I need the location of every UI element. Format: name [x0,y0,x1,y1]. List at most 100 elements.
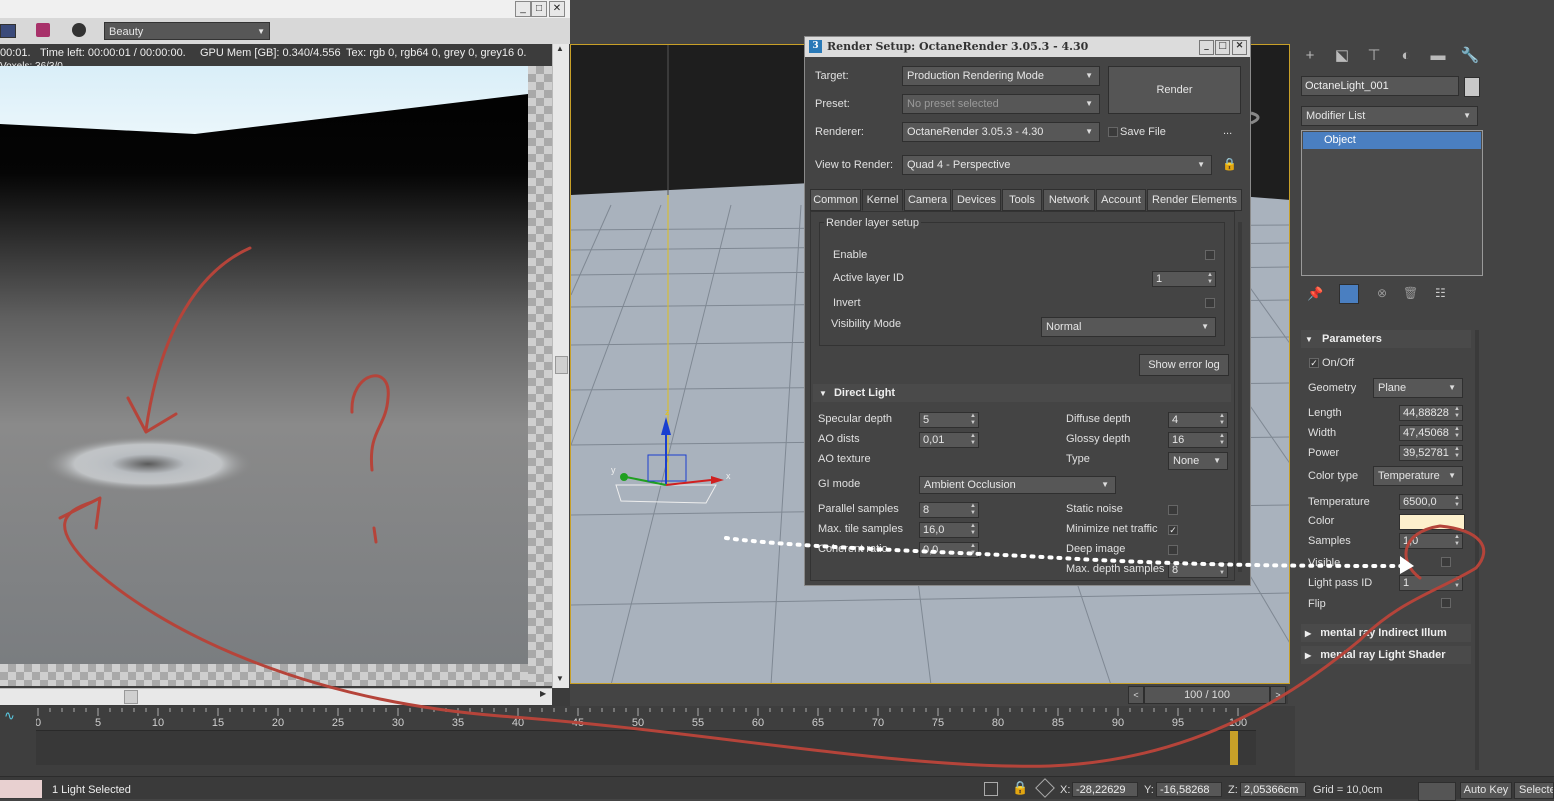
tab-account[interactable]: Account [1096,189,1146,211]
target-dropdown[interactable]: Production Rendering Mode ▼ [902,66,1100,86]
minimize-net-traffic-checkbox[interactable]: ✓ [1168,525,1178,535]
tab-kernel[interactable]: Kernel [862,189,903,211]
minimize-icon[interactable]: _ [515,1,531,17]
time-cursor[interactable] [1230,731,1238,765]
utilities-icon[interactable]: 🔧 [1459,46,1481,66]
isolate-icon[interactable] [984,782,998,796]
timeline-ruler[interactable]: 0 5 10 15 20 25 30 35 40 45 50 55 60 65 70 75 80 85 90 95 10… [36,706,1256,730]
maxscript-listener[interactable] [0,780,42,798]
object-name-field[interactable]: OctaneLight_001 [1301,76,1459,96]
coherent-ratio-spinner[interactable]: 0,0 ▲ ▼ [919,542,979,558]
tab-camera[interactable]: Camera [904,189,951,211]
spinner-arrows-icon[interactable]: ▲ ▼ [970,523,976,537]
scroll-down-icon[interactable]: ▼ [556,674,564,683]
close-icon[interactable]: ✕ [549,1,565,17]
minimize-icon[interactable]: _ [1199,40,1214,55]
lock-view-icon[interactable]: 🔒 [1222,157,1237,171]
pin-stack-icon[interactable]: 📌 [1307,286,1323,302]
specular-depth-spinner[interactable]: 5 ▲ ▼ [919,412,979,428]
spinner-arrows-icon[interactable]: ▲ ▼ [970,433,976,447]
glossy-depth-spinner[interactable]: 16 ▲ ▼ [1168,432,1228,448]
camera-icon[interactable] [72,23,86,37]
parameters-rollout-header[interactable]: ▼ Parameters [1301,330,1471,348]
static-noise-checkbox[interactable] [1168,505,1178,515]
type-dropdown[interactable]: None ▼ [1168,452,1228,470]
maximize-icon[interactable]: □ [531,1,547,17]
color-type-dropdown[interactable]: Temperature ▼ [1373,466,1463,486]
samples-spinner[interactable]: 1,0 ▲ ▼ [1399,533,1463,549]
spinner-arrows-icon[interactable]: ▲ ▼ [1454,495,1460,509]
visibility-mode-dropdown[interactable]: Normal ▼ [1041,317,1216,337]
set-key-button[interactable] [1418,782,1456,801]
configure-modifier-sets-icon[interactable]: ☷ [1435,286,1446,300]
render-button[interactable]: Render [1108,66,1241,114]
time-slider[interactable]: < 100 / 100 > [1128,686,1288,704]
close-icon[interactable]: ✕ [1232,40,1247,55]
flip-checkbox[interactable] [1441,598,1451,608]
spinner-arrows-icon[interactable]: ▲ ▼ [1207,272,1213,286]
scroll-up-icon[interactable]: ▲ [556,44,564,53]
light-shader-rollout[interactable]: ▶ mental ray Light Shader [1301,646,1471,664]
power-spinner[interactable]: 39,52781 ▲ ▼ [1399,445,1463,461]
tab-tools[interactable]: Tools [1002,189,1042,211]
horizontal-scrollbar[interactable]: ▶ [0,688,552,705]
renderer-dropdown[interactable]: OctaneRender 3.05.3 - 4.30 ▼ [902,122,1100,142]
spinner-arrows-icon[interactable]: ▲ ▼ [1454,534,1460,548]
spinner-arrows-icon[interactable]: ▲ ▼ [1219,563,1225,577]
transform-mode-icon[interactable] [1035,778,1055,798]
y-coordinate-field[interactable]: -16,58268 [1156,782,1222,797]
scroll-right-icon[interactable]: ▶ [540,689,546,698]
spinner-arrows-icon[interactable]: ▲ ▼ [970,543,976,557]
max-depth-samples-spinner[interactable]: 8 ▲ ▼ [1168,562,1228,578]
deep-image-checkbox[interactable] [1168,545,1178,555]
display-panel-icon[interactable]: ▬ [1427,46,1449,66]
stack-item-object[interactable]: Object [1303,132,1481,149]
scroll-thumb[interactable] [555,356,568,374]
selected-dropdown[interactable]: Selecte [1514,782,1554,799]
direct-light-rollout-header[interactable]: ▼ Direct Light [813,384,1231,402]
remove-modifier-icon[interactable]: 🗑 [1403,286,1418,300]
max-tile-samples-spinner[interactable]: 16,0 ▲ ▼ [919,522,979,538]
enable-checkbox[interactable] [1205,250,1215,260]
indirect-illum-rollout[interactable]: ▶ mental ray Indirect Illum [1301,624,1471,642]
spinner-arrows-icon[interactable]: ▲ ▼ [1219,413,1225,427]
maximize-icon[interactable]: □ [1215,40,1230,55]
width-spinner[interactable]: 47,45068 ▲ ▼ [1399,425,1463,441]
tab-common[interactable]: Common [810,189,861,211]
z-coordinate-field[interactable]: 2,05366cm [1240,782,1306,797]
auto-key-button[interactable]: Auto Key [1460,782,1512,799]
tab-render-elements[interactable]: Render Elements [1147,189,1242,211]
geometry-dropdown[interactable]: Plane ▼ [1373,378,1463,398]
hierarchy-icon[interactable]: ⊤ [1363,46,1385,66]
x-coordinate-field[interactable]: -28,22629 [1072,782,1138,797]
temperature-spinner[interactable]: 6500,0 ▲ ▼ [1399,494,1463,510]
gi-mode-dropdown[interactable]: Ambient Occlusion ▼ [919,476,1116,494]
diffuse-depth-spinner[interactable]: 4 ▲ ▼ [1168,412,1228,428]
next-frame-button[interactable]: > [1270,686,1286,704]
panel-scrollbar[interactable] [1475,330,1479,770]
timeline-track[interactable] [36,730,1256,765]
modify-icon[interactable]: ⬕ [1331,46,1353,66]
parallel-samples-spinner[interactable]: 8 ▲ ▼ [919,502,979,518]
tab-network[interactable]: Network [1043,189,1095,211]
invert-checkbox[interactable] [1205,298,1215,308]
view-to-render-dropdown[interactable]: Quad 4 - Perspective ▼ [902,155,1212,175]
spinner-arrows-icon[interactable]: ▲ ▼ [1454,446,1460,460]
hscroll-thumb[interactable] [124,690,138,704]
spinner-arrows-icon[interactable]: ▲ ▼ [970,503,976,517]
show-error-log-button[interactable]: Show error log [1139,354,1229,376]
spinner-arrows-icon[interactable]: ▲ ▼ [1454,406,1460,420]
modifier-list-dropdown[interactable]: Modifier List ▼ [1301,106,1478,126]
ao-dist-spinner[interactable]: 0,01 ▲ ▼ [919,432,979,448]
preset-dropdown[interactable]: No preset selected ▼ [902,94,1100,114]
channel-dropdown[interactable]: Beauty ▼ [104,22,270,40]
object-color-swatch[interactable] [1464,77,1480,97]
create-icon[interactable]: + [1299,46,1321,66]
curve-editor-icon[interactable]: ∿ [4,708,15,724]
clone-icon[interactable] [36,23,50,37]
display-icon[interactable] [0,24,16,38]
active-layer-spinner[interactable]: 1 ▲ ▼ [1152,271,1216,287]
more-button[interactable]: ... [1223,125,1232,137]
spinner-arrows-icon[interactable]: ▲ ▼ [1219,433,1225,447]
prev-frame-button[interactable]: < [1128,686,1144,704]
